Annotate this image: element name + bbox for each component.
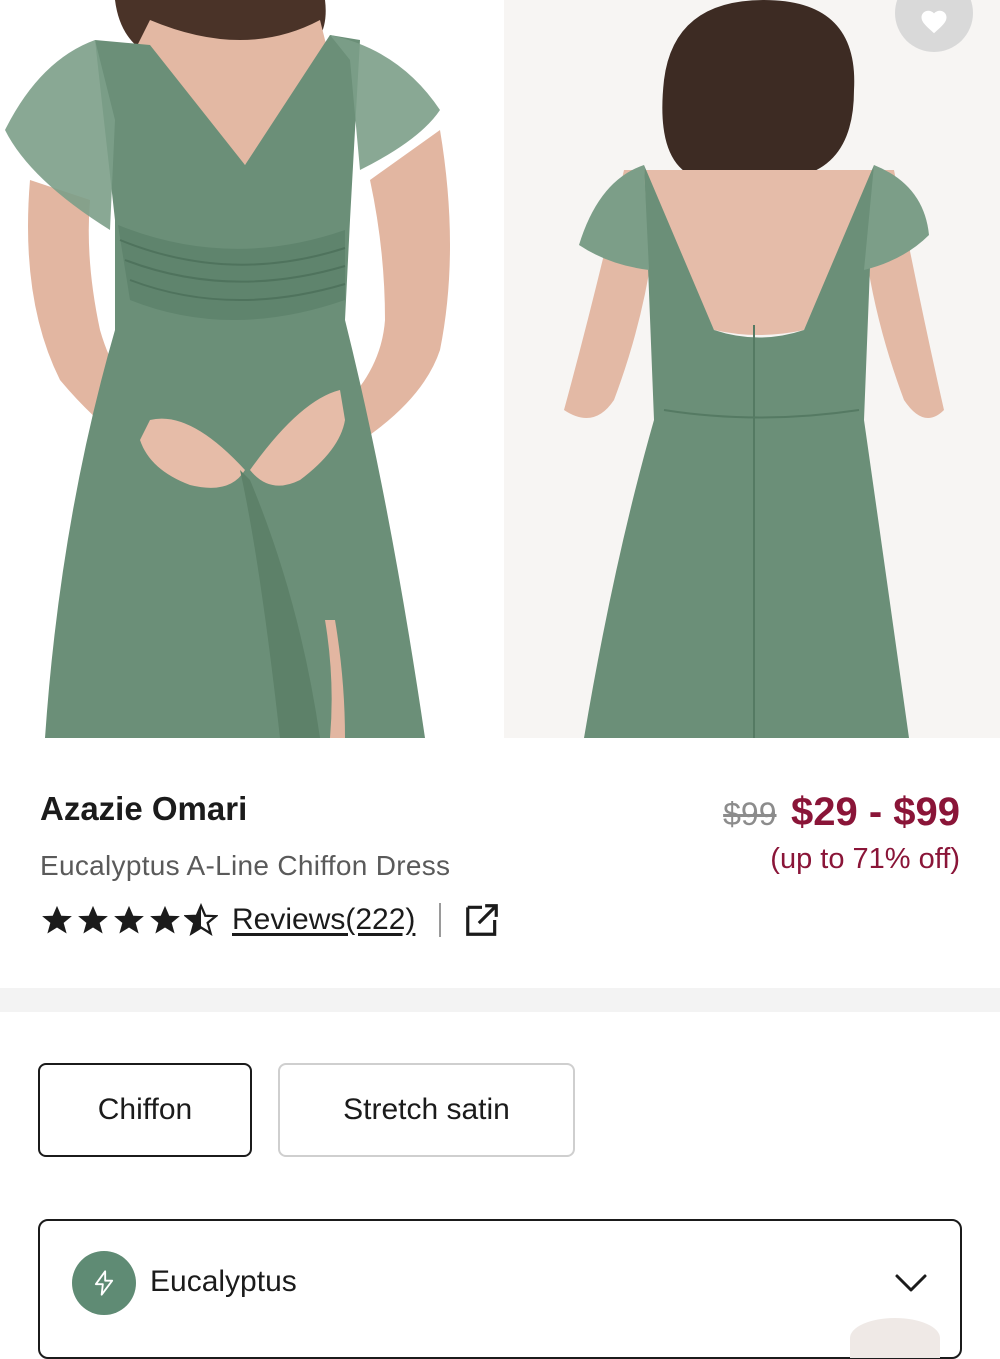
external-link-icon[interactable] bbox=[463, 901, 501, 939]
floating-widget-edge bbox=[850, 1318, 940, 1358]
sale-price-range: $29 - $99 bbox=[790, 790, 960, 834]
chevron-down-icon bbox=[895, 1274, 927, 1292]
color-swatch bbox=[72, 1251, 136, 1315]
color-dropdown[interactable]: Eucalyptus bbox=[38, 1219, 962, 1359]
dress-back-illustration bbox=[504, 0, 1000, 738]
lightning-icon bbox=[94, 1270, 114, 1296]
reviews-link[interactable]: Reviews(222) bbox=[232, 903, 415, 937]
star-full-icon bbox=[78, 905, 108, 934]
product-info: Azazie Omari Eucalyptus A-Line Chiffon D… bbox=[0, 738, 1000, 988]
star-full-icon bbox=[114, 905, 144, 934]
product-brand-title: Azazie Omari bbox=[40, 790, 248, 827]
product-gallery[interactable] bbox=[0, 0, 1000, 738]
star-full-icon bbox=[150, 905, 180, 934]
section-divider bbox=[0, 988, 1000, 1012]
star-rating bbox=[40, 903, 218, 937]
dress-front-illustration bbox=[0, 0, 492, 738]
price-block: $99 $29 - $99 (up to 71% off) bbox=[723, 790, 960, 876]
star-half-icon bbox=[184, 903, 218, 936]
discount-label: (up to 71% off) bbox=[770, 843, 960, 875]
product-photo-front[interactable] bbox=[0, 0, 492, 738]
product-name: Eucalyptus A-Line Chiffon Dress bbox=[40, 850, 451, 881]
product-photo-back[interactable] bbox=[504, 0, 1000, 738]
original-price: $99 bbox=[723, 796, 777, 832]
fabric-option-stretch-satin[interactable]: Stretch satin bbox=[278, 1063, 575, 1157]
heart-icon bbox=[921, 10, 947, 34]
fabric-option-chiffon[interactable]: Chiffon bbox=[38, 1063, 252, 1157]
fabric-options: Chiffon Stretch satin bbox=[38, 1063, 575, 1157]
divider bbox=[439, 903, 442, 937]
rating-row: Reviews(222) bbox=[40, 898, 501, 942]
star-full-icon bbox=[42, 905, 72, 934]
selected-color-name: Eucalyptus bbox=[150, 1265, 297, 1298]
